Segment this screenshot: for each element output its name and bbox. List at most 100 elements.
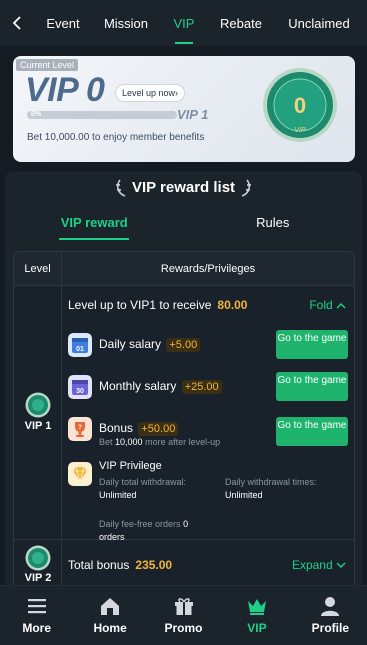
daily-total-withdrawal: Daily total withdrawal: Unlimited	[99, 477, 186, 500]
reward-table-header: Level Rewards/Privileges	[14, 252, 354, 286]
bet-requirement-note: Bet 10,000.00 to enjoy member benefits	[27, 132, 205, 143]
nav-more-label: More	[22, 621, 52, 635]
tab-mission[interactable]: Mission	[92, 0, 160, 46]
bonus-note-value: 10,000	[115, 437, 143, 447]
fee-free-orders: Daily fee-free orders 0 orders	[99, 519, 188, 542]
tab-vip[interactable]: VIP	[160, 0, 208, 46]
tab-unclaimed[interactable]: Unclaimed	[274, 0, 364, 46]
level-up-button[interactable]: Level up now›	[115, 84, 186, 102]
current-level-value: VIP 0	[25, 71, 105, 109]
gift-icon	[174, 598, 193, 615]
level-progress-bar	[27, 111, 177, 119]
bonus-note: Bet 10,000 more after level-up	[99, 437, 220, 447]
table-row-vip1: VIP 1 Level up to VIP1 to receive 80.00 F…	[14, 287, 354, 542]
bonus-label: Bonus	[99, 421, 134, 435]
total-bonus-amount: 235.00	[135, 558, 173, 572]
tab-event[interactable]: Event	[34, 0, 92, 46]
chevron-down-icon	[336, 562, 346, 568]
receive-text: Level up to VIP1 to receive	[68, 298, 212, 312]
receive-amount: 80.00	[217, 298, 248, 312]
nav-vip[interactable]: VIP	[220, 586, 293, 645]
menu-icon	[27, 599, 46, 614]
vip1-badge-icon	[25, 392, 51, 418]
trophy-icon: ?	[68, 417, 92, 441]
chevron-right-icon: ›	[175, 88, 179, 98]
reward-subtabs: VIP reward Rules	[5, 214, 362, 242]
total-bonus-label: Total bonus	[68, 558, 130, 572]
nav-vip-label: VIP	[247, 621, 267, 635]
next-level-label: VIP 1	[177, 107, 209, 122]
daily-salary-label: Daily salary	[99, 337, 162, 351]
nav-profile-label: Profile	[311, 621, 349, 635]
monthly-salary-label: Monthly salary	[99, 379, 177, 393]
reward-list-title: VIP reward list	[131, 179, 236, 196]
reward-table: Level Rewards/Privileges VIP 1 Level up …	[13, 251, 355, 591]
level-progress-label: 0%	[31, 111, 42, 118]
calendar-day: 01	[76, 346, 84, 353]
current-level-tag: Current Level	[16, 59, 79, 71]
home-icon	[101, 598, 120, 615]
fold-label: Fold	[309, 298, 333, 312]
tab-vip-reward[interactable]: VIP reward	[5, 214, 184, 242]
total-bonus: Total bonus 235.00	[68, 558, 172, 572]
back-button[interactable]	[0, 0, 34, 46]
daily-total-withdrawal-label: Daily total withdrawal:	[99, 477, 187, 487]
vip2-badge-icon	[25, 545, 51, 571]
level-up-label: Level up now	[122, 88, 176, 98]
nav-promo[interactable]: Promo	[147, 586, 220, 645]
daily-withdrawal-times-label: Daily withdrawal times:	[225, 477, 317, 487]
current-level-card: Current Level VIP 0 Level up now› 0% VIP…	[13, 56, 355, 162]
bonus-amount: +50.00	[138, 422, 179, 436]
fee-free-label: Daily fee-free orders	[99, 519, 181, 529]
go-to-game-button[interactable]: Go to the game	[276, 330, 348, 359]
chevron-left-icon	[12, 16, 21, 30]
expand-label: Expand	[291, 558, 333, 572]
laurel-left-icon	[115, 179, 126, 197]
top-nav: Event Mission VIP Rebate Unclaimed	[0, 0, 367, 46]
bonus-note-prefix: Bet	[99, 437, 113, 447]
bottom-nav: More Home Promo VIP Profile	[0, 585, 367, 645]
tab-rebate[interactable]: Rebate	[208, 0, 274, 46]
reward-list-heading: VIP reward list	[5, 179, 362, 197]
daily-withdrawal-times: Daily withdrawal times: Unlimited	[225, 477, 317, 500]
fee-free-value: 0	[183, 519, 189, 529]
go-to-game-button[interactable]: Go to the game	[276, 372, 348, 401]
vip-privilege-label: VIP Privilege	[99, 460, 162, 472]
badge-label: VIP	[294, 127, 306, 134]
fold-toggle[interactable]: Fold	[309, 298, 346, 312]
calendar-day: 30	[76, 388, 84, 395]
bonus-note-suffix: more after level-up	[145, 437, 221, 447]
expand-toggle[interactable]: Expand	[292, 558, 346, 572]
monthly-salary-amount: +25.00	[181, 380, 222, 394]
level-column-header: Level	[14, 252, 62, 285]
nav-more[interactable]: More	[0, 586, 73, 645]
nav-home[interactable]: Home	[73, 586, 146, 645]
go-to-game-button[interactable]: Go to the game	[276, 417, 348, 446]
user-icon	[321, 597, 340, 616]
daily-salary-amount: +5.00	[166, 338, 201, 352]
daily-total-withdrawal-value: Unlimited	[99, 490, 137, 500]
nav-promo-label: Promo	[164, 621, 203, 635]
laurel-right-icon	[241, 179, 252, 197]
crown-icon	[247, 599, 266, 615]
level-name: VIP 2	[24, 572, 52, 584]
level-cell: VIP 1	[14, 287, 62, 539]
vip-reward-panel: VIP reward list VIP reward Rules Level R…	[5, 171, 362, 591]
nav-profile[interactable]: Profile	[294, 586, 367, 645]
svg-text:?: ?	[78, 425, 82, 431]
rewards-column-header: Rewards/Privileges	[160, 262, 256, 275]
level-cell: VIP 2	[14, 541, 62, 591]
receive-header: Level up to VIP1 to receive 80.00	[68, 298, 247, 312]
chevron-up-icon	[336, 303, 346, 309]
reward-item-label: Monthly salary +25.00	[99, 379, 222, 394]
calendar-icon: 30	[68, 375, 92, 399]
level-name: VIP 1	[24, 420, 52, 432]
badge-number: 0	[294, 93, 306, 118]
table-row-vip2: VIP 2 Total bonus 235.00 Expand	[14, 541, 354, 591]
tab-rules[interactable]: Rules	[184, 214, 363, 242]
vip-level-badge-icon: 0 VIP	[263, 68, 337, 142]
daily-withdrawal-times-value: Unlimited	[225, 490, 263, 500]
reward-item-label: Bonus +50.00	[99, 421, 179, 436]
calendar-icon: 01	[68, 333, 92, 357]
nav-home-label: Home	[93, 621, 127, 635]
